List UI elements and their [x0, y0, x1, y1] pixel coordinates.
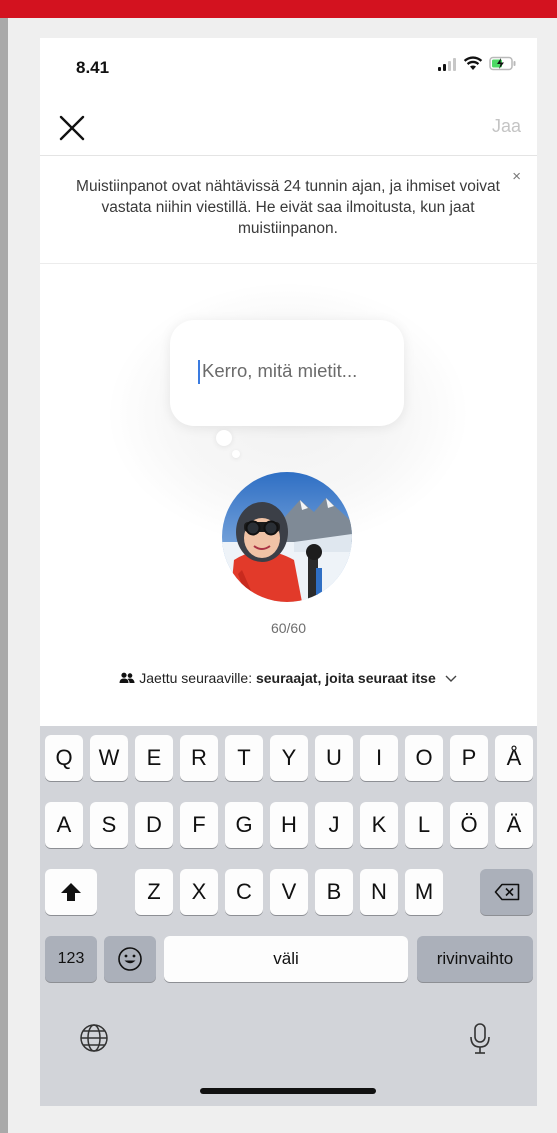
key-u[interactable]: U	[315, 735, 353, 781]
share-button[interactable]: Jaa	[492, 116, 521, 137]
nav-bar: Jaa	[40, 98, 537, 156]
key-f[interactable]: F	[180, 802, 218, 848]
top-red-banner	[0, 0, 557, 18]
microphone-icon	[470, 1023, 490, 1054]
key-a[interactable]: A	[45, 802, 83, 848]
key-d[interactable]: D	[135, 802, 173, 848]
status-time: 8.41	[76, 58, 110, 77]
close-button[interactable]	[56, 112, 88, 144]
globe-icon	[80, 1024, 108, 1052]
info-text: Muistiinpanot ovat nähtävissä 24 tunnin …	[76, 178, 500, 237]
emoji-icon	[118, 947, 142, 971]
status-bar: 8.41	[40, 38, 537, 98]
close-icon	[59, 115, 85, 141]
left-gray-strip	[0, 18, 8, 1133]
signal-icon	[438, 57, 456, 71]
battery-charging-icon	[489, 56, 516, 71]
text-caret	[198, 360, 200, 384]
key-k[interactable]: K	[360, 802, 398, 848]
key-e[interactable]: E	[135, 735, 173, 781]
key-s[interactable]: S	[90, 802, 128, 848]
audience-selector[interactable]: Jaettu seuraaville: seuraajat, joita seu…	[40, 670, 537, 686]
chevron-down-icon	[445, 675, 457, 682]
wifi-icon	[463, 56, 483, 70]
key-l[interactable]: L	[405, 802, 443, 848]
key-c[interactable]: C	[225, 869, 263, 915]
audience-prefix: Jaettu seuraaville:	[139, 670, 256, 686]
profile-photo	[222, 472, 352, 602]
backspace-key[interactable]	[480, 869, 533, 915]
info-banner: Muistiinpanot ovat nähtävissä 24 tunnin …	[40, 156, 537, 264]
emoji-key[interactable]	[104, 936, 156, 982]
home-indicator[interactable]	[200, 1088, 376, 1094]
space-key[interactable]: väli	[164, 936, 408, 982]
key-v[interactable]: V	[270, 869, 308, 915]
key-m[interactable]: M	[405, 869, 443, 915]
dictation-button[interactable]	[468, 1022, 492, 1056]
avatar	[222, 472, 352, 602]
key-q[interactable]: Q	[45, 735, 83, 781]
key-j[interactable]: J	[315, 802, 353, 848]
key-i[interactable]: I	[360, 735, 398, 781]
people-icon	[119, 672, 135, 683]
globe-button[interactable]	[78, 1022, 110, 1054]
keyboard: Q W E R T Y U I O P Å A S D F G H J K L …	[40, 726, 537, 1106]
key-o[interactable]: O	[405, 735, 443, 781]
key-a-umlaut[interactable]: Ä	[495, 802, 533, 848]
key-t[interactable]: T	[225, 735, 263, 781]
bubble-tail-large	[216, 430, 232, 446]
note-input[interactable]: Kerro, mitä mietit...	[202, 360, 357, 382]
status-icons	[437, 56, 517, 71]
key-p[interactable]: P	[450, 735, 488, 781]
key-h[interactable]: H	[270, 802, 308, 848]
shift-icon	[61, 883, 81, 901]
info-close-button[interactable]: ×	[512, 168, 521, 185]
key-a-ring[interactable]: Å	[495, 735, 533, 781]
key-n[interactable]: N	[360, 869, 398, 915]
key-g[interactable]: G	[225, 802, 263, 848]
shift-key[interactable]	[45, 869, 97, 915]
note-bubble[interactable]: Kerro, mitä mietit...	[170, 320, 404, 426]
note-area: Kerro, mitä mietit... 60/60	[40, 264, 537, 724]
key-b[interactable]: B	[315, 869, 353, 915]
phone-screen: 8.41 Jaa Muistiinpanot ovat nähtävissä 2…	[40, 38, 537, 1106]
key-y[interactable]: Y	[270, 735, 308, 781]
key-z[interactable]: Z	[135, 869, 173, 915]
numbers-key[interactable]: 123	[45, 936, 97, 982]
character-count: 60/60	[270, 620, 307, 636]
key-o-umlaut[interactable]: Ö	[450, 802, 488, 848]
key-w[interactable]: W	[90, 735, 128, 781]
audience-value: seuraajat, joita seuraat itse	[255, 670, 436, 686]
backspace-icon	[494, 883, 519, 901]
return-key[interactable]: rivinvaihto	[417, 936, 533, 982]
key-x[interactable]: X	[180, 869, 218, 915]
bubble-tail-small	[232, 450, 240, 458]
key-r[interactable]: R	[180, 735, 218, 781]
